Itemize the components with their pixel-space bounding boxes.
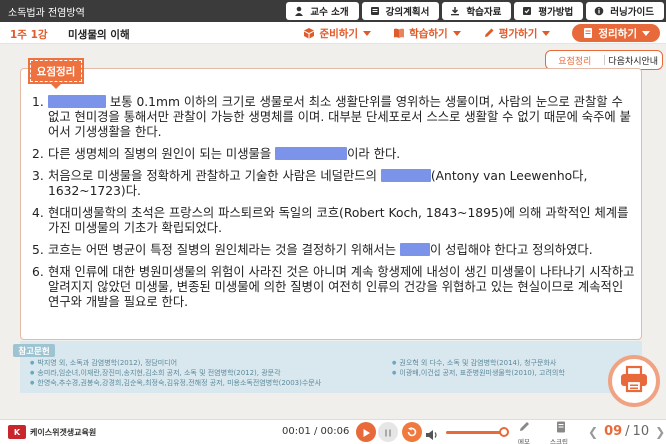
course-title: 소독법과 전염방역 xyxy=(8,8,85,19)
playback-time: 00:01 / 00:06 xyxy=(282,426,350,437)
memo-icon xyxy=(517,420,531,436)
prev-page-icon[interactable]: ❮ xyxy=(588,425,598,439)
tab-label: 학습하기 xyxy=(409,27,448,40)
answer-blank[interactable] xyxy=(380,169,431,182)
nav-professor[interactable]: 교수 소개 xyxy=(286,2,359,20)
volume-slider[interactable] xyxy=(446,431,502,434)
reference-item: 박지영 외, 소독과 감염병학(2012), 정담미디어 xyxy=(30,358,321,368)
syllabus-icon xyxy=(370,6,380,16)
play-icon xyxy=(361,423,371,442)
volume-button[interactable] xyxy=(425,426,439,444)
script-icon xyxy=(554,420,568,436)
brand-logo: K 케이스위겟생교육원 xyxy=(8,425,96,439)
script-label: 스크립트 xyxy=(550,438,568,444)
next-page-icon[interactable]: ❯ xyxy=(655,425,665,439)
nav-syllabus[interactable]: 강의계획서 xyxy=(361,2,440,20)
references-left: 박지영 외, 소독과 감염병학(2012), 정담미디어 송미라,임순녀,이재란… xyxy=(30,358,321,388)
chevron-down-icon xyxy=(642,30,650,36)
lesson-tabs: 준비하기 학습하기 평가하기 정리하기 xyxy=(281,24,660,42)
answer-blank[interactable] xyxy=(275,147,348,160)
chevron-down-icon xyxy=(363,30,372,36)
logo-mark: K xyxy=(8,425,26,439)
page-separator: / xyxy=(625,424,630,439)
book-icon xyxy=(393,27,405,39)
chevron-down-icon xyxy=(452,30,461,36)
pencil-icon xyxy=(483,27,495,39)
references-right: 권오혁 외 다수, 소독 및 감염병학(2014), 청구문화사 이광배,이건섭… xyxy=(392,358,565,378)
chevron-down-icon xyxy=(542,30,551,36)
list-item: 3. 처음으로 미생물을 정확하게 관찰하고 기술한 사람은 네덜란드의 (An… xyxy=(32,169,588,198)
list-item: 5. 코흐는 어떤 병균이 특정 질병의 원인체라는 것을 결정하기 위해서는 … xyxy=(32,243,593,257)
list-item: 6. 현재 인류에 대한 병원미생물의 위험이 사라진 것은 아니며 계속 항생… xyxy=(32,265,635,309)
tab-summarize[interactable]: 정리하기 xyxy=(572,24,660,42)
tab-label: 평가하기 xyxy=(498,27,538,40)
list-item: 2. 다른 생명체의 질병의 원인이 되는 미생물을 이라 한다. xyxy=(32,147,401,161)
nav-label: 학습자료 xyxy=(466,7,502,18)
script-button[interactable]: 스크립트 xyxy=(550,420,572,444)
brand-name: 케이스위겟생교육원 xyxy=(30,427,97,437)
tab-label: 준비하기 xyxy=(319,27,359,40)
nav-label: 교수 소개 xyxy=(310,7,349,18)
list-item: 4. 현대미생물학의 초석은 프랑스의 파스퇴르와 독일의 코흐(Robert … xyxy=(32,206,629,235)
summary-list: 1. 보통 0.1mm 이하의 크기로 생물로서 최소 생활단위를 영위하는 생… xyxy=(32,95,636,317)
tab-label: 정리하기 xyxy=(598,27,637,40)
lesson-title: 미생물의 이해 xyxy=(68,29,130,41)
play-button[interactable] xyxy=(356,422,376,442)
notebook-icon xyxy=(582,27,594,39)
current-page: 09 xyxy=(604,424,623,439)
tab-learn[interactable]: 학습하기 xyxy=(393,26,461,41)
player-bar: K 케이스위겟생교육원 00:01 / 00:06 메모 스크립트 ❮ 09 /… xyxy=(0,419,666,444)
grade-icon xyxy=(522,6,532,16)
memo-button[interactable]: 메모 xyxy=(513,420,535,444)
nav-materials[interactable]: 학습자료 xyxy=(442,2,512,20)
answer-blank[interactable] xyxy=(48,95,106,108)
pager: ❮ 09 / 10 ❯ xyxy=(588,424,665,439)
cube-icon xyxy=(303,27,315,39)
summary-tag: 요점정리 xyxy=(28,58,84,84)
memo-label: 메모 xyxy=(518,438,530,444)
reference-item: 송미라,임순녀,이재란,장진미,송지현,김소희 공저, 소독 및 전염병학(20… xyxy=(30,368,321,378)
lesson-bar: 1주 1강 미생물의 이해 준비하기 학습하기 평가하기 정리하기 xyxy=(0,22,666,44)
dropdown-item-summary[interactable]: 요점정리 xyxy=(546,54,604,67)
volume-icon xyxy=(425,426,439,444)
tag-pointer xyxy=(50,83,62,89)
nav-learning-guide[interactable]: 러닝가이드 xyxy=(586,2,664,20)
references-title: 참고문헌 xyxy=(13,344,55,357)
replay-icon xyxy=(406,423,418,442)
info-icon xyxy=(594,6,604,16)
reference-item: 한영숙,추수경,권봉숙,강경희,김순옥,최정숙,김유정,전해정 공저, 미용소독… xyxy=(30,378,321,388)
top-nav: 교수 소개 강의계획서 학습자료 평가방법 러닝가이드 xyxy=(286,2,664,20)
nav-label: 러닝가이드 xyxy=(610,7,654,18)
week-label: 1주 1강 xyxy=(10,29,48,41)
download-icon xyxy=(450,6,460,16)
nav-evaluation[interactable]: 평가방법 xyxy=(514,2,584,20)
nav-label: 강의계획서 xyxy=(385,7,430,18)
answer-blank[interactable] xyxy=(399,243,430,256)
summary-dropdown: 요점정리 다음차시안내 xyxy=(545,50,663,70)
reference-item: 권오혁 외 다수, 소독 및 감염병학(2014), 청구문화사 xyxy=(392,358,565,368)
tab-evaluate[interactable]: 평가하기 xyxy=(483,26,551,41)
pause-icon xyxy=(383,423,393,442)
pause-button[interactable] xyxy=(378,422,398,442)
professor-icon xyxy=(294,6,304,16)
top-bar: 소독법과 전염방역 교수 소개 강의계획서 학습자료 평가방법 러닝가이드 xyxy=(0,0,666,22)
reference-item: 이광배,이건섭 공저, 표준병원미생물학(2010), 고려의학 xyxy=(392,368,564,378)
list-item: 1. 보통 0.1mm 이하의 크기로 생물로서 최소 생활단위를 영위하는 생… xyxy=(32,95,631,139)
print-button[interactable] xyxy=(608,355,660,407)
volume-handle[interactable] xyxy=(499,427,509,437)
total-pages: 10 xyxy=(632,424,650,439)
replay-button[interactable] xyxy=(402,422,422,442)
printer-icon xyxy=(619,365,649,397)
dropdown-item-next-lesson[interactable]: 다음차시안내 xyxy=(605,54,663,67)
nav-label: 평가방법 xyxy=(538,7,574,18)
tab-prepare[interactable]: 준비하기 xyxy=(303,26,372,41)
